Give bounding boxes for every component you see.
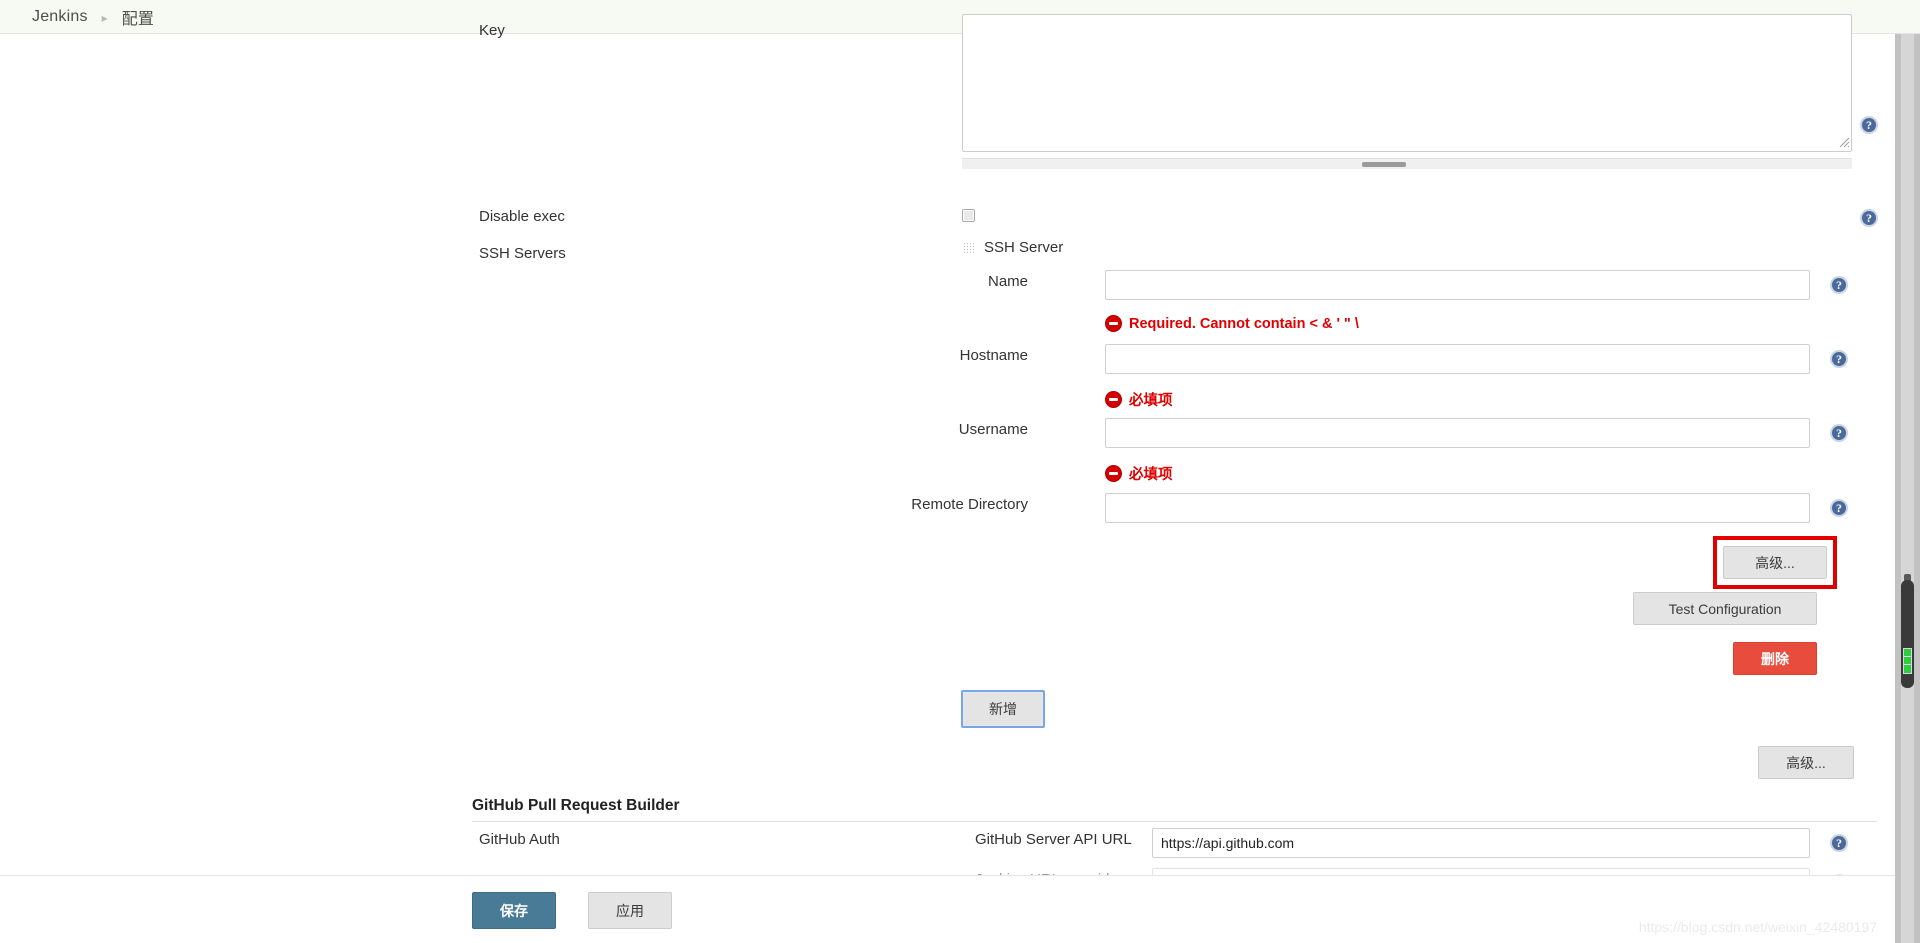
form-footer-bar: 保存 应用 https://blog.csdn.net/weixin_42480… [0,875,1895,943]
ssh-name-input[interactable] [1105,270,1810,300]
github-auth-label: GitHub Auth [479,831,560,848]
ssh-server-panel-title: SSH Server [984,239,1064,256]
ssh-username-help-icon[interactable]: ? [1830,424,1848,442]
github-prb-divider [472,821,1877,822]
github-api-url-label: GitHub Server API URL [975,831,1132,848]
error-icon [1105,315,1122,332]
key-textarea[interactable] [962,14,1852,152]
key-help-icon[interactable]: ? [1860,116,1878,134]
save-button[interactable]: 保存 [472,892,556,929]
disable-exec-checkbox[interactable] [962,209,975,222]
test-configuration-button[interactable]: Test Configuration [1633,592,1817,625]
page-scrollbar-track[interactable] [1901,34,1914,943]
drag-grip-icon[interactable] [963,241,975,254]
key-horizontal-scrollbar[interactable] [962,158,1852,169]
ssh-server-panel-header: SSH Server [963,239,1063,256]
breadcrumb-current[interactable]: 配置 [112,5,164,29]
ssh-hostname-label: Hostname [959,347,1028,364]
disable-exec-label: Disable exec [479,208,565,225]
ssh-username-error: 必填项 [1105,463,1173,484]
watermark-text: https://blog.csdn.net/weixin_42480197 [1638,919,1877,935]
ssh-remote-directory-help-icon[interactable]: ? [1830,499,1848,517]
ssh-hostname-input[interactable] [1105,344,1810,374]
ssh-servers-label: SSH Servers [479,245,566,262]
ssh-username-input[interactable] [1105,418,1810,448]
ssh-remote-directory-label: Remote Directory [911,496,1028,513]
key-horizontal-scrollbar-thumb[interactable] [1362,162,1406,167]
github-api-url-help-icon[interactable]: ? [1830,834,1848,852]
github-prb-section-title: GitHub Pull Request Builder [472,797,680,814]
ssh-hostname-error-text: 必填项 [1129,393,1173,409]
ssh-hostname-help-icon[interactable]: ? [1830,350,1848,368]
github-api-url-input[interactable] [1152,828,1810,858]
ssh-remote-directory-input[interactable] [1105,493,1810,523]
page-scrollbar[interactable] [1895,34,1920,943]
outer-advanced-button[interactable]: 高级... [1758,746,1854,779]
ssh-name-help-icon[interactable]: ? [1830,276,1848,294]
ssh-advanced-button[interactable]: 高级... [1723,546,1827,579]
key-label: Key [479,22,505,39]
ssh-add-button[interactable]: 新增 [961,690,1045,728]
ssh-name-label: Name [987,273,1028,290]
ssh-delete-button[interactable]: 删除 [1733,642,1817,675]
disable-exec-help-icon[interactable]: ? [1860,209,1878,227]
breadcrumb-separator-icon: ▸ [101,10,108,25]
error-icon [1105,465,1122,482]
key-textarea-wrap [962,14,1852,152]
ssh-name-error-text: Required. Cannot contain < & ' " \ [1129,315,1359,332]
config-form: Key ? Disable exec ? SSH Servers SSH Ser… [0,14,1895,943]
error-icon [1105,391,1122,408]
ssh-username-label: Username [958,421,1028,438]
apply-button[interactable]: 应用 [588,892,672,929]
ssh-username-error-text: 必填项 [1129,467,1173,483]
ssh-hostname-error: 必填项 [1105,389,1173,410]
battery-indicator-icon [1903,648,1912,674]
ssh-name-error: Required. Cannot contain < & ' " \ [1105,315,1359,332]
breadcrumb-jenkins[interactable]: Jenkins [22,8,98,26]
